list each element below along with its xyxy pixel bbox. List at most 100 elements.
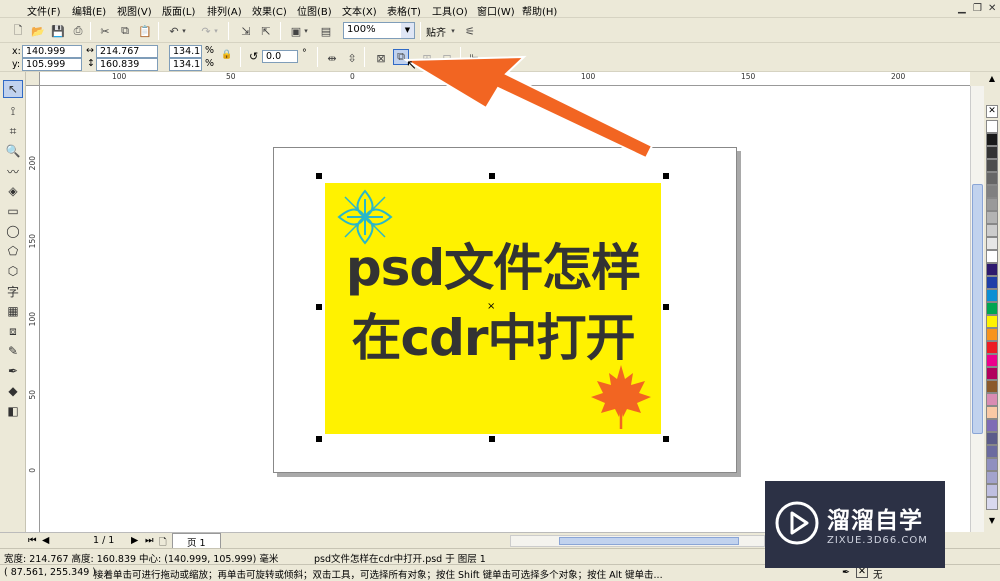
shape-tool-icon[interactable]: ⟟ bbox=[3, 102, 23, 120]
height-field[interactable]: 160.839 mm bbox=[96, 58, 158, 81]
rotation-angle-field[interactable]: 0.0 bbox=[262, 50, 298, 63]
color-swatch[interactable] bbox=[986, 432, 998, 445]
menu-tools[interactable]: 工具(O) bbox=[432, 3, 468, 18]
horizontal-scrollbar[interactable] bbox=[510, 535, 765, 547]
save-icon[interactable]: 💾 bbox=[50, 23, 66, 39]
zoom-tool-icon[interactable]: 🔍 bbox=[3, 142, 23, 160]
minimize-icon[interactable]: ▁ bbox=[958, 3, 966, 14]
text-tool-icon[interactable]: 字 bbox=[3, 282, 23, 300]
palette-scroll-down-icon[interactable]: ▼ bbox=[986, 516, 998, 529]
selection-handle[interactable] bbox=[489, 173, 495, 179]
selection-handle[interactable] bbox=[316, 436, 322, 442]
snap-dropdown-icon[interactable]: ▾ bbox=[449, 23, 457, 39]
print-icon[interactable]: ⎙ bbox=[70, 23, 86, 39]
menu-arrange[interactable]: 排列(A) bbox=[207, 3, 242, 18]
import-icon[interactable]: ⇲ bbox=[238, 23, 254, 39]
polygon-tool-icon[interactable]: ⬠ bbox=[3, 242, 23, 260]
color-swatch[interactable] bbox=[986, 237, 998, 250]
selection-handle[interactable] bbox=[489, 436, 495, 442]
group-icon[interactable]: ⊠ bbox=[373, 50, 389, 66]
mirror-horizontal-icon[interactable]: ⇹ bbox=[324, 50, 340, 66]
copy-icon[interactable]: ⧉ bbox=[117, 23, 133, 39]
color-swatch[interactable] bbox=[986, 263, 998, 276]
scale-width-field[interactable]: 134.1 bbox=[169, 45, 202, 58]
launcher-dropdown-icon[interactable]: ▾ bbox=[302, 23, 310, 39]
color-swatch[interactable] bbox=[986, 458, 998, 471]
color-swatch[interactable] bbox=[986, 406, 998, 419]
color-swatch[interactable] bbox=[986, 120, 998, 133]
menu-bitmaps[interactable]: 位图(B) bbox=[297, 3, 332, 18]
color-swatch[interactable] bbox=[986, 198, 998, 211]
menu-effects[interactable]: 效果(C) bbox=[252, 3, 287, 18]
color-swatch[interactable] bbox=[986, 471, 998, 484]
undo-dropdown-icon[interactable]: ▾ bbox=[180, 23, 188, 39]
fill-tool-icon[interactable]: ◆ bbox=[3, 382, 23, 400]
menu-edit[interactable]: 编辑(E) bbox=[72, 3, 106, 18]
color-swatch[interactable] bbox=[986, 211, 998, 224]
pick-tool-icon[interactable]: ↖ bbox=[3, 80, 23, 98]
prev-page-icon[interactable]: ◀ bbox=[42, 535, 49, 546]
color-swatch[interactable] bbox=[986, 250, 998, 263]
palette-scroll-up-icon[interactable]: ▲ bbox=[986, 74, 998, 87]
menu-table[interactable]: 表格(T) bbox=[387, 3, 421, 18]
restore-icon[interactable]: ❐ bbox=[973, 3, 982, 14]
table-tool-icon[interactable]: ▦ bbox=[3, 302, 23, 320]
color-swatch[interactable] bbox=[986, 172, 998, 185]
scroll-thumb[interactable] bbox=[559, 537, 739, 545]
menu-layout[interactable]: 版面(L) bbox=[162, 3, 195, 18]
mirror-vertical-icon[interactable]: ⇳ bbox=[344, 50, 360, 66]
selection-handle[interactable] bbox=[663, 436, 669, 442]
next-page-icon[interactable]: ▶ bbox=[131, 535, 138, 546]
options-icon[interactable]: ⚟ bbox=[462, 23, 478, 39]
vertical-scrollbar[interactable] bbox=[970, 86, 984, 532]
menu-window[interactable]: 窗口(W) bbox=[477, 3, 515, 18]
new-file-icon[interactable]: 🗋 bbox=[10, 23, 26, 39]
color-swatch[interactable] bbox=[986, 497, 998, 510]
crop-tool-icon[interactable]: ⌗ bbox=[3, 122, 23, 140]
no-color-swatch[interactable]: ✕ bbox=[986, 105, 998, 118]
cut-icon[interactable]: ✂ bbox=[97, 23, 113, 39]
ellipse-tool-icon[interactable]: ◯ bbox=[3, 222, 23, 240]
rectangle-tool-icon[interactable]: ▭ bbox=[3, 202, 23, 220]
menu-view[interactable]: 视图(V) bbox=[117, 3, 152, 18]
color-swatch[interactable] bbox=[986, 380, 998, 393]
eyedropper-icon[interactable]: ✎ bbox=[3, 342, 23, 360]
redo-dropdown-icon[interactable]: ▾ bbox=[212, 23, 220, 39]
first-page-icon[interactable]: ⏮ bbox=[28, 535, 37, 546]
scale-height-field[interactable]: 134.1 bbox=[169, 58, 202, 71]
color-swatch[interactable] bbox=[986, 367, 998, 380]
width-field[interactable]: 214.767 mm bbox=[96, 45, 158, 68]
color-swatch[interactable] bbox=[986, 341, 998, 354]
x-position-field[interactable]: 140.999 mm bbox=[22, 45, 82, 68]
color-swatch[interactable] bbox=[986, 276, 998, 289]
color-swatch[interactable] bbox=[986, 289, 998, 302]
interactive-fill-icon[interactable]: ◧ bbox=[3, 402, 23, 420]
selection-handle[interactable] bbox=[663, 173, 669, 179]
color-swatch[interactable] bbox=[986, 445, 998, 458]
color-swatch[interactable] bbox=[986, 328, 998, 341]
ruler-origin-corner[interactable] bbox=[26, 72, 40, 86]
y-position-field[interactable]: 105.999 mm bbox=[22, 58, 82, 81]
color-swatch[interactable] bbox=[986, 185, 998, 198]
color-swatch[interactable] bbox=[986, 302, 998, 315]
last-page-icon[interactable]: ⏭ bbox=[145, 535, 154, 546]
freehand-tool-icon[interactable]: 〰 bbox=[3, 162, 23, 180]
welcome-screen-icon[interactable]: ▤ bbox=[318, 23, 334, 39]
export-icon[interactable]: ⇱ bbox=[258, 23, 274, 39]
color-swatch[interactable] bbox=[986, 354, 998, 367]
selection-handle[interactable] bbox=[316, 304, 322, 310]
menu-help[interactable]: 帮助(H) bbox=[522, 3, 557, 18]
scroll-thumb[interactable] bbox=[972, 184, 983, 434]
color-swatch[interactable] bbox=[986, 393, 998, 406]
menu-text[interactable]: 文本(X) bbox=[342, 3, 377, 18]
selection-handle[interactable] bbox=[316, 173, 322, 179]
menu-file[interactable]: 文件(F) bbox=[27, 3, 61, 18]
basic-shapes-icon[interactable]: ⬡ bbox=[3, 262, 23, 280]
smart-fill-icon[interactable]: ◈ bbox=[3, 182, 23, 200]
selection-handle[interactable] bbox=[663, 304, 669, 310]
interactive-blend-icon[interactable]: ⧈ bbox=[3, 322, 23, 340]
color-swatch[interactable] bbox=[986, 133, 998, 146]
outline-pen-icon[interactable]: ✒ bbox=[3, 362, 23, 380]
color-swatch[interactable] bbox=[986, 224, 998, 237]
color-swatch[interactable] bbox=[986, 484, 998, 497]
